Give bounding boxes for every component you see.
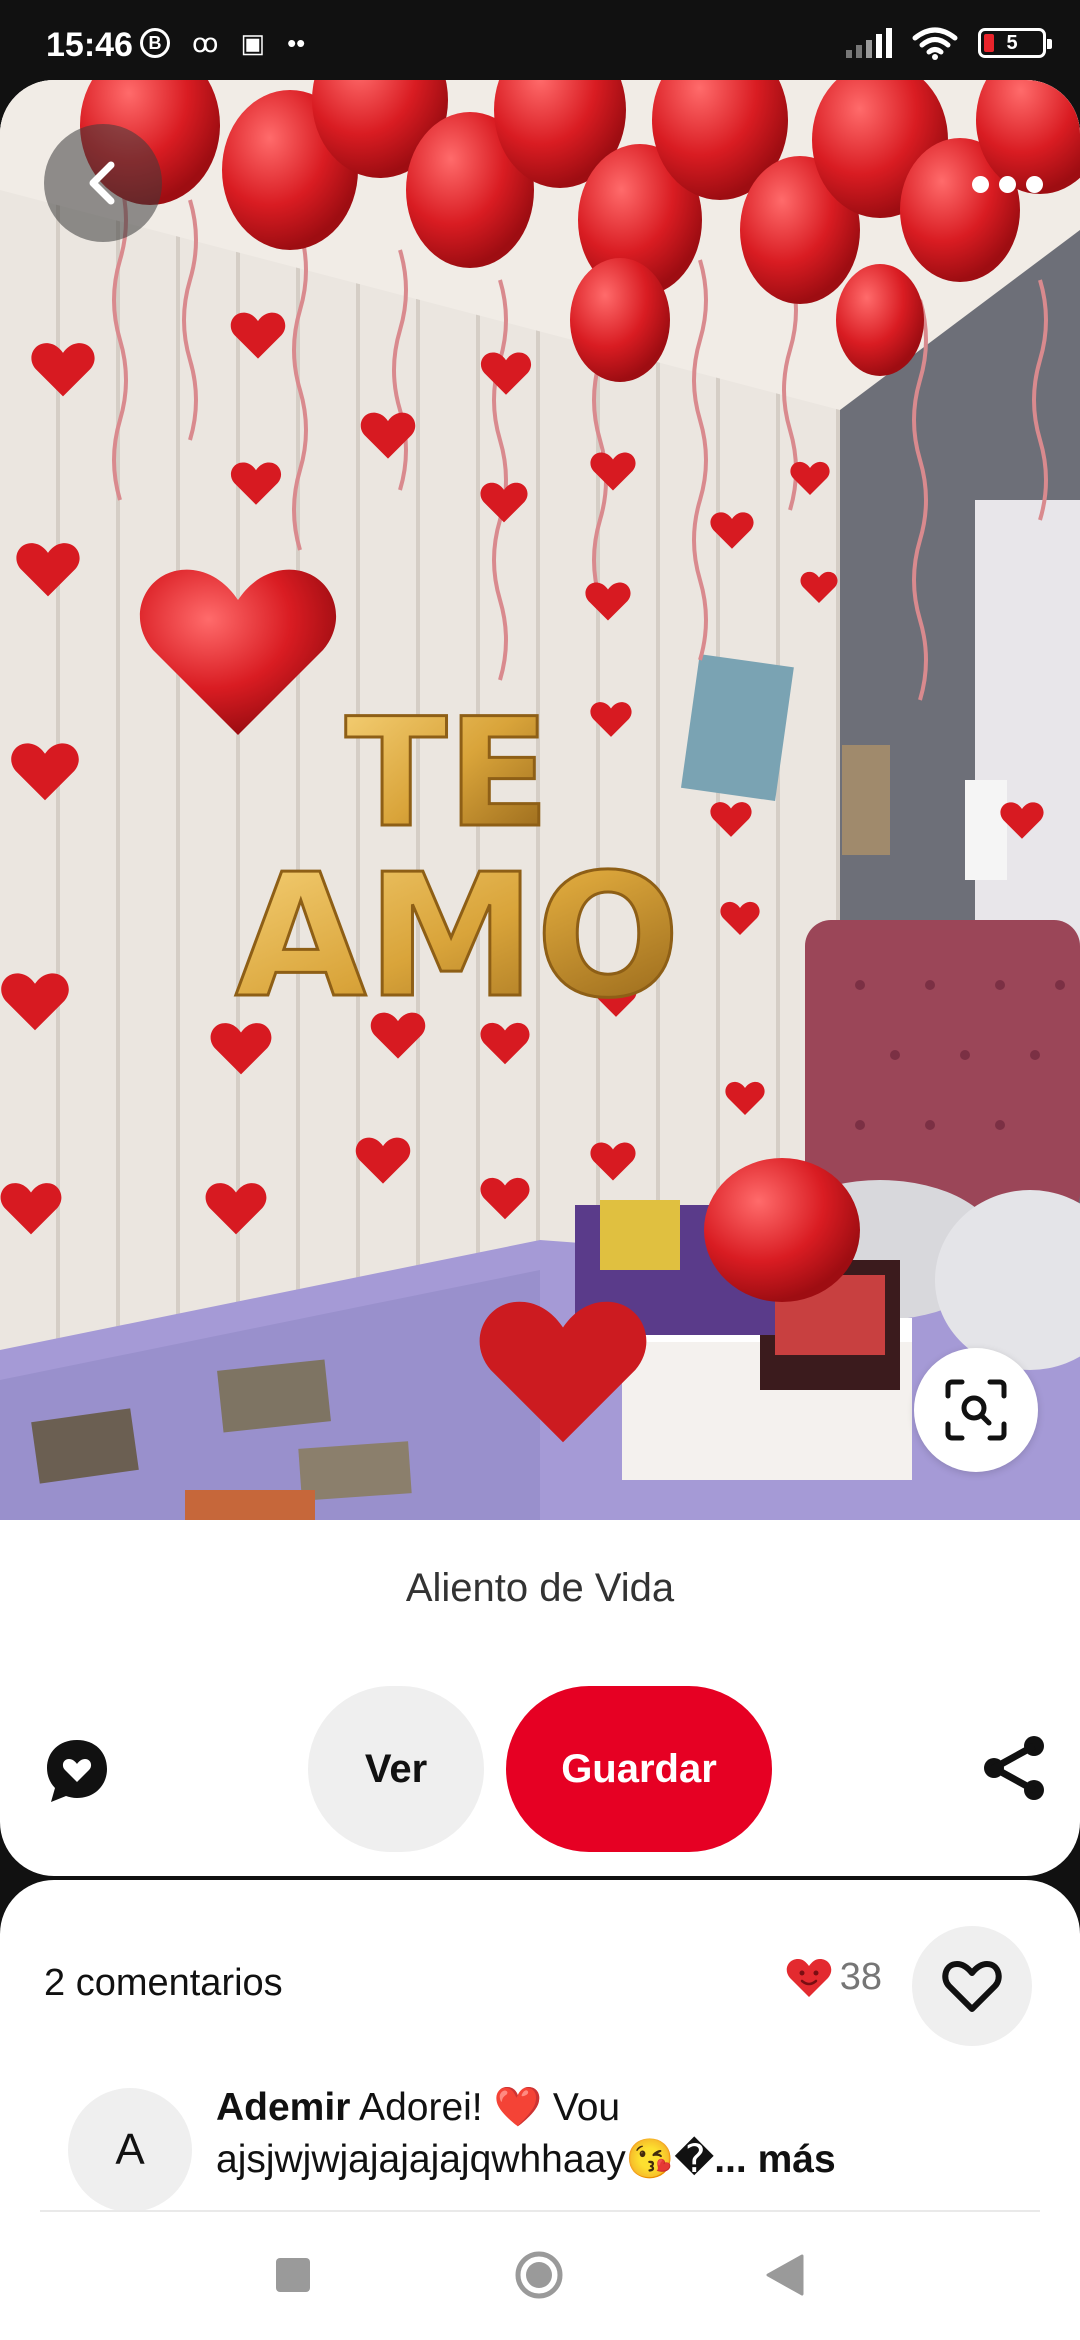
status-icons-left: B ꝏ ▣ •• xyxy=(140,28,305,58)
battery-saver-icon: ▣ xyxy=(240,28,266,58)
more-dot-icon xyxy=(971,175,989,193)
b-circle-icon: B xyxy=(140,28,170,58)
comment-text[interactable]: Ademir Adorei! ❤️ Vou ajsjwjwjajajajajqw… xyxy=(216,2082,1036,2186)
save-button[interactable]: Guardar xyxy=(506,1686,772,1852)
comment-item: A Ademir Adorei! ❤️ Vou ajsjwjwjajajajaj… xyxy=(68,2086,1048,2218)
pin-source-title[interactable]: Aliento de Vida xyxy=(0,1566,1080,1611)
wifi-icon xyxy=(912,27,958,60)
comment-more-link[interactable]: ... más xyxy=(714,2138,835,2181)
pin-card: TE AMO Aliento de Vida Ver Guardar xyxy=(0,80,1080,1876)
status-icons-right: 5 xyxy=(846,26,1052,60)
view-button[interactable]: Ver xyxy=(308,1686,484,1852)
home-icon[interactable] xyxy=(514,2250,564,2300)
comment-author[interactable]: Ademir xyxy=(216,2086,350,2129)
comment-body-line1: Adorei! ❤️ Vou xyxy=(350,2086,621,2129)
share-icon xyxy=(984,1736,1044,1800)
more-dot-icon xyxy=(1025,175,1043,193)
more-dots-icon: •• xyxy=(287,28,306,58)
comments-sheet: 2 comentarios 38 A Ademir Adorei! ❤️ Vou… xyxy=(0,1880,1080,2240)
more-options-button[interactable] xyxy=(962,162,1052,206)
comment-body-line2: ajsjwjwjajajajajqwhhaay😘� xyxy=(216,2138,715,2181)
room-photo: TE AMO xyxy=(0,80,1080,1520)
heart-outline-icon xyxy=(942,1961,1002,2012)
status-time: 15:46 xyxy=(46,26,133,64)
status-bar: 15:46 B ꝏ ▣ •• 5 xyxy=(0,0,1080,80)
reactions-summary[interactable]: 38 xyxy=(786,1956,882,1999)
signal-icon xyxy=(846,28,892,58)
share-button[interactable] xyxy=(978,1732,1050,1804)
comment-heart-icon xyxy=(47,1740,107,1802)
back-triangle-icon[interactable] xyxy=(764,2254,804,2296)
lens-search-icon xyxy=(945,1379,1007,1441)
balloon-letters-amo: AMO xyxy=(235,838,680,1036)
pin-action-bar: Ver Guardar xyxy=(0,1686,1080,1856)
like-button[interactable] xyxy=(912,1926,1032,2046)
voicemail-icon: ꝏ xyxy=(192,28,219,58)
recent-apps-icon[interactable] xyxy=(276,2258,310,2292)
balloon-letters-te: TE xyxy=(345,687,550,861)
avatar[interactable]: A xyxy=(68,2088,192,2212)
heart-face-icon xyxy=(786,1958,831,1997)
comment-button[interactable] xyxy=(42,1736,112,1806)
back-button[interactable] xyxy=(44,124,162,242)
system-nav-bar xyxy=(0,2212,1080,2340)
visual-search-button[interactable] xyxy=(914,1348,1038,1472)
battery-level: 5 xyxy=(1006,31,1018,54)
more-dot-icon xyxy=(998,175,1016,193)
chevron-left-icon xyxy=(89,161,115,205)
battery-icon: 5 xyxy=(978,28,1052,58)
pin-image[interactable]: TE AMO xyxy=(0,80,1080,1520)
reaction-count: 38 xyxy=(839,1956,882,1998)
comments-count[interactable]: 2 comentarios xyxy=(44,1962,283,2005)
